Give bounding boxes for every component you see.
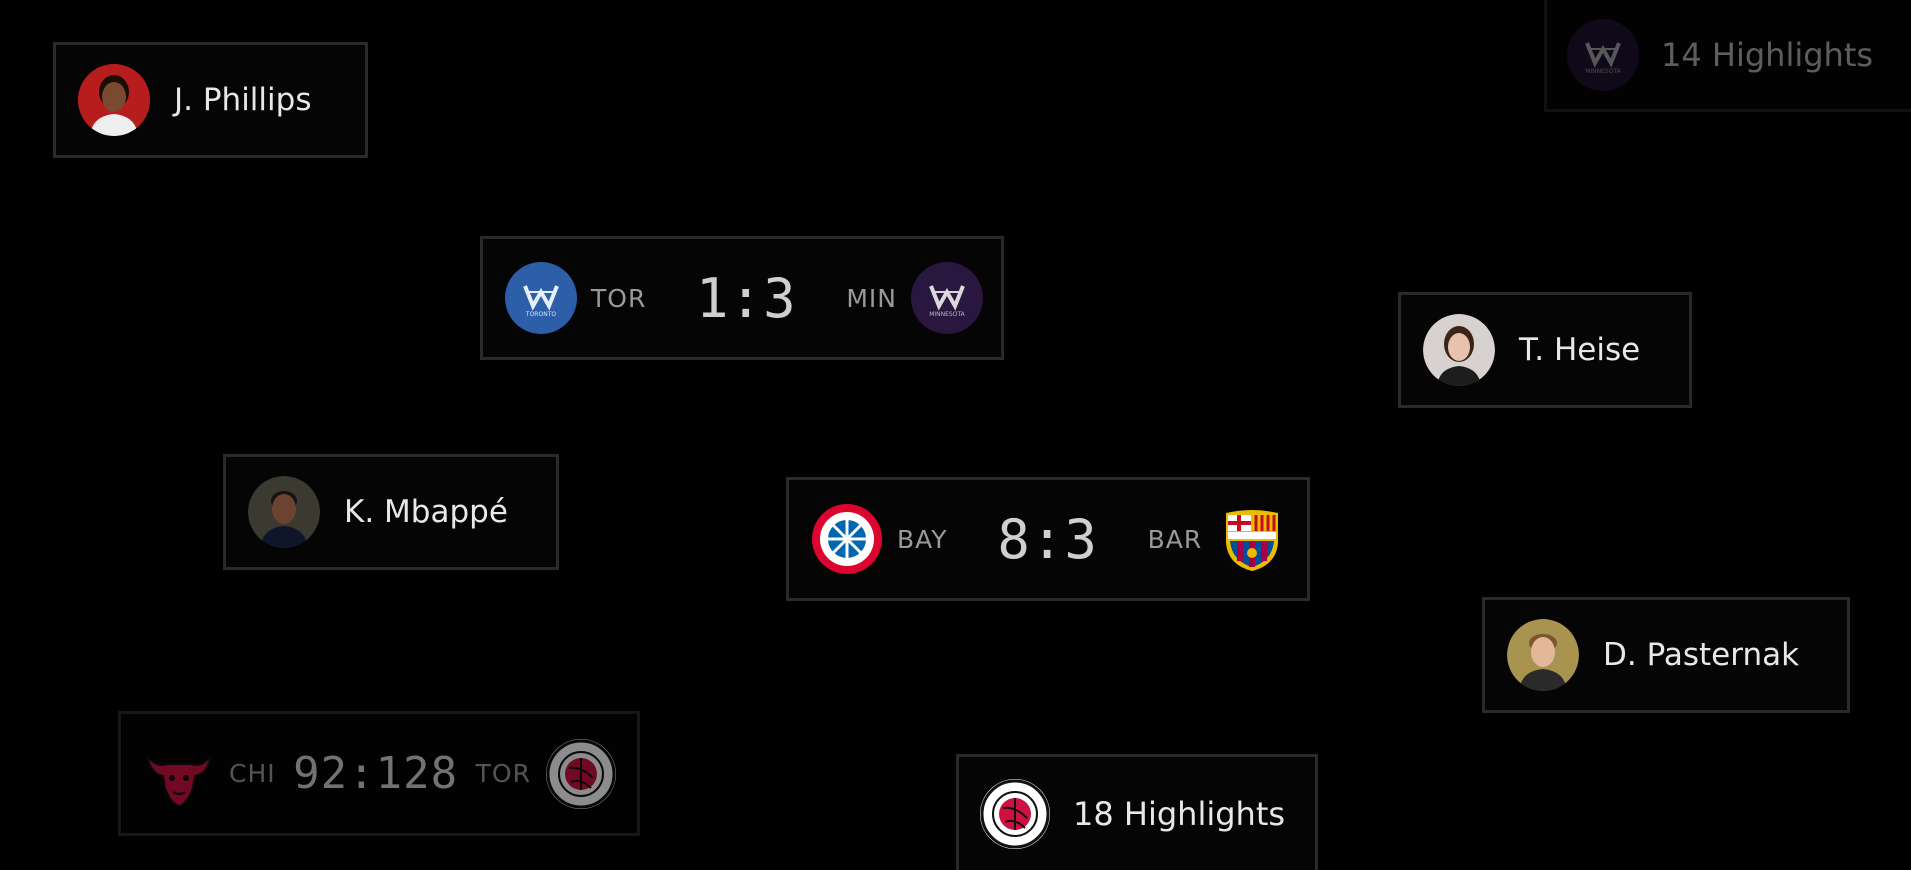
player-name: D. Pasternak [1603,637,1800,673]
toronto-raptors-logo [545,738,616,809]
chicago-bulls-logo [146,754,212,807]
match-card-chi-tor[interactable]: CHI 92:128 TOR [118,711,640,836]
minnesota-pwhl-logo: MINNESOTA [910,262,983,334]
away-team-abbr: BAR [1147,524,1203,554]
svg-text:TORONTO: TORONTO [525,311,556,318]
person-icon [248,476,320,548]
highlights-card-minnesota[interactable]: MINNESOTA 14 Highlights [1544,0,1911,112]
player-card-j-phillips[interactable]: J. Phillips [53,42,368,158]
player-avatar [78,64,150,136]
match-score: 1:3 [696,266,797,330]
player-card-k-mbappe[interactable]: K. Mbappé [223,454,559,570]
home-team-abbr: BAY [897,524,948,554]
highlights-card-raptors[interactable]: 18 Highlights [956,754,1318,870]
player-name: K. Mbappé [344,494,508,530]
person-icon [78,64,150,136]
toronto-raptors-logo [980,778,1050,849]
person-icon [1507,619,1579,691]
home-team-abbr: TOR [591,283,647,313]
fc-barcelona-logo [1226,510,1279,571]
highlights-count: 18 Highlights [1073,794,1286,833]
match-card-bay-bar[interactable]: BAY 8:3 BAR [786,477,1310,601]
person-icon [1423,314,1495,386]
player-avatar [1423,314,1495,386]
toronto-pwhl-logo: TORONTO [505,262,577,334]
match-score: 92:128 [293,748,459,799]
fc-bayern-logo [812,504,882,574]
player-avatar [248,476,320,548]
player-name: J. Phillips [174,82,312,118]
away-team-abbr: MIN [846,283,897,313]
player-card-d-pasternak[interactable]: D. Pasternak [1482,597,1850,713]
away-team-abbr: TOR [475,759,531,788]
svg-text:MINNESOTA: MINNESOTA [929,311,965,318]
match-score: 8:3 [997,507,1098,571]
home-team-abbr: CHI [229,759,276,788]
highlights-count: 14 Highlights [1661,35,1874,74]
player-avatar [1507,619,1579,691]
minnesota-pwhl-logo: MINNESOTA [1567,18,1639,91]
match-card-tor-min[interactable]: TORONTO TOR 1:3 MIN MINNESOTA [480,236,1004,360]
svg-text:MINNESOTA: MINNESOTA [1585,68,1621,75]
player-card-t-heise[interactable]: T. Heise [1398,292,1692,408]
player-name: T. Heise [1519,332,1641,368]
